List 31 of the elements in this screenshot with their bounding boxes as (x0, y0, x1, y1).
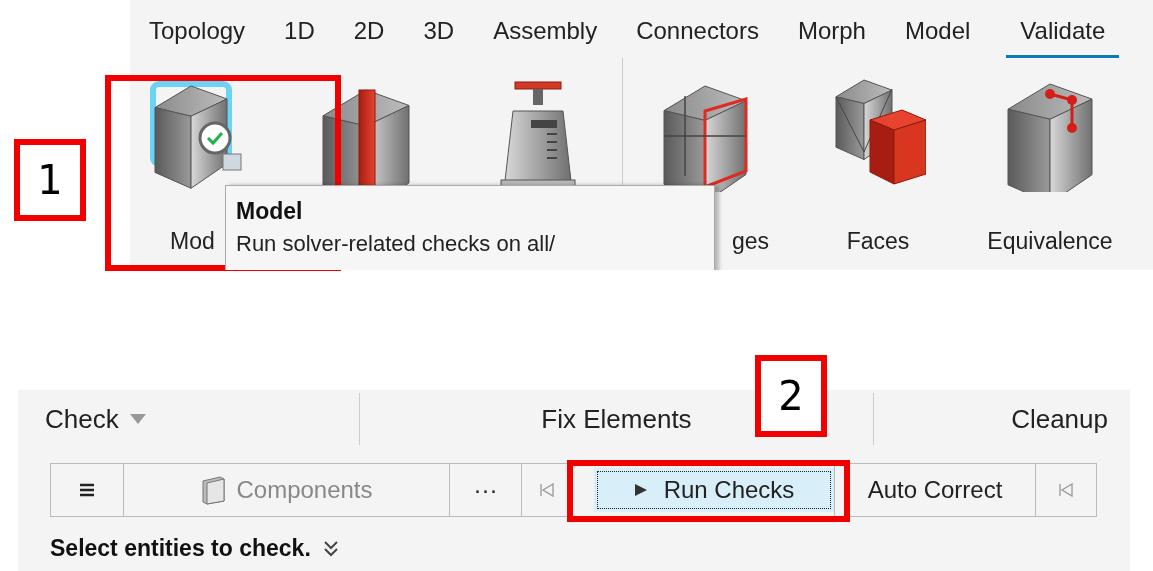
step-number: 2 (755, 355, 827, 437)
tool-label[interactable]: Mod (170, 228, 215, 255)
skip-start-icon (538, 482, 555, 498)
section-tab[interactable]: Cleanup (1011, 403, 1108, 435)
ribbon-tab[interactable]: Connectors (633, 4, 762, 58)
ribbon-tab[interactable]: Model (901, 4, 974, 58)
ribbon-tab[interactable]: Morph (794, 4, 869, 58)
skip-start-icon (1058, 482, 1074, 498)
toolbar-button[interactable]: ··· (467, 472, 504, 508)
toolbar-button[interactable]: Auto Correct (861, 472, 1009, 508)
prompt-text: Select entities to check. (50, 535, 311, 562)
step-number: 1 (14, 139, 86, 221)
expand-chevrons-icon (322, 539, 339, 558)
ribbon-tab[interactable]: Topology (146, 4, 249, 58)
ribbon-tab[interactable]: 1D (281, 4, 318, 58)
tooltip-title: Model (236, 198, 304, 225)
play-icon (633, 483, 648, 497)
caret-icon (128, 413, 147, 425)
tool-label[interactable]: ges (731, 228, 769, 255)
ribbon-tab[interactable]: 3D (420, 4, 458, 58)
tooltip-text: Run solver-related checks on all/ (236, 231, 557, 257)
run-checks-button[interactable]: Run Checks (594, 468, 834, 512)
check-dropdown[interactable]: Check (45, 403, 147, 435)
section-tab[interactable]: Fix Elements (541, 403, 692, 435)
ribbon-tab[interactable]: Validate (1006, 4, 1120, 58)
ribbon-tab[interactable]: 2D (350, 4, 388, 58)
component-icon (200, 475, 227, 505)
tool-label[interactable]: Faces (846, 228, 910, 255)
menu-icon (80, 483, 94, 497)
ribbon-tab[interactable]: Assembly (490, 4, 601, 58)
tool-label[interactable]: Equivalence (987, 228, 1113, 255)
